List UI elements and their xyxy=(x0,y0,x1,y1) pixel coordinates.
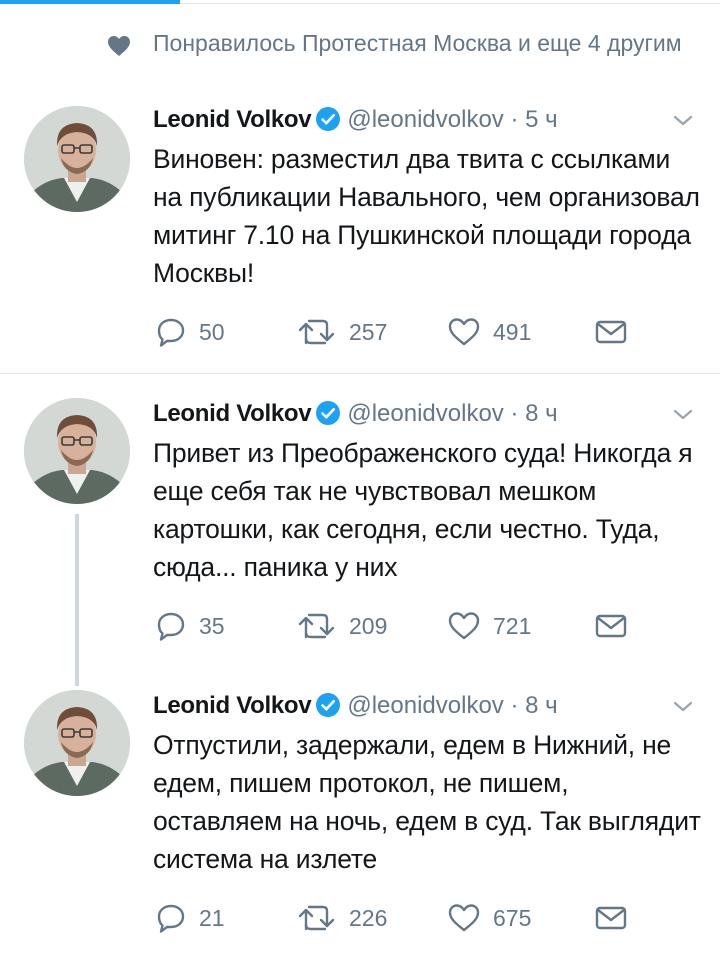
like-count: 721 xyxy=(493,612,532,639)
retweet-icon xyxy=(298,905,335,931)
retweet-count: 226 xyxy=(349,904,388,931)
reply-icon xyxy=(157,612,185,641)
tweet-timestamp[interactable]: 8 ч xyxy=(525,692,558,719)
avatar[interactable] xyxy=(24,398,130,504)
like-count: 675 xyxy=(493,904,532,931)
tweet-actions: 50 257 491 xyxy=(0,312,720,352)
top-progress-bar xyxy=(0,0,180,4)
social-context: Понравилось Протестная Москва и еще 4 др… xyxy=(0,22,720,92)
like-button[interactable]: 675 xyxy=(447,898,531,938)
author-name[interactable]: Leonid Volkov xyxy=(153,106,312,133)
reply-icon xyxy=(157,318,185,347)
tweet-divider xyxy=(0,373,720,374)
like-count: 491 xyxy=(493,318,532,345)
like-heart-icon xyxy=(448,904,480,932)
like-heart-icon xyxy=(448,612,480,640)
reply-count: 35 xyxy=(199,612,225,639)
meta-separator: · xyxy=(510,106,519,133)
envelope-icon xyxy=(595,614,627,638)
chevron-down-icon[interactable] xyxy=(670,108,696,132)
meta-separator: · xyxy=(510,692,519,719)
author-name[interactable]: Leonid Volkov xyxy=(153,692,312,719)
author-handle[interactable]: @leonidvolkov xyxy=(347,400,503,427)
tweet-actions: 35 209 721 xyxy=(0,606,720,646)
like-heart-icon xyxy=(448,318,480,346)
retweet-count: 257 xyxy=(349,318,388,345)
direct-message-button[interactable] xyxy=(594,898,628,938)
reply-icon xyxy=(157,904,185,933)
tweet-text: Привет из Преображенского суда! Никогда … xyxy=(153,438,693,582)
reply-count: 21 xyxy=(199,904,225,931)
tweet[interactable]: Leonid Volkov @leonidvolkov · 8 ч Отпусти… xyxy=(0,686,720,956)
retweet-icon xyxy=(298,319,335,345)
social-context-text: Понравилось Протестная Москва и еще 4 др… xyxy=(153,30,682,56)
chevron-down-icon[interactable] xyxy=(670,402,696,426)
meta-separator: · xyxy=(510,400,519,427)
direct-message-button[interactable] xyxy=(594,606,628,646)
reply-button[interactable]: 21 xyxy=(155,898,225,938)
retweet-count: 209 xyxy=(349,612,388,639)
like-button[interactable]: 491 xyxy=(447,312,531,352)
author-handle[interactable]: @leonidvolkov xyxy=(347,106,503,133)
tweet-actions: 21 226 675 xyxy=(0,898,720,938)
verified-badge-icon xyxy=(316,401,341,425)
author-handle[interactable]: @leonidvolkov xyxy=(347,692,503,719)
like-button[interactable]: 721 xyxy=(447,606,531,646)
tweet-text: Виновен: разместил два твита с ссылками … xyxy=(153,144,700,288)
envelope-icon xyxy=(595,320,627,344)
author-name[interactable]: Leonid Volkov xyxy=(153,400,312,427)
verified-badge-icon xyxy=(316,693,341,717)
reply-count: 50 xyxy=(199,318,225,345)
retweet-icon xyxy=(298,613,335,639)
avatar[interactable] xyxy=(24,106,130,212)
retweet-button[interactable]: 257 xyxy=(297,312,387,352)
retweet-button[interactable]: 226 xyxy=(297,898,387,938)
reply-button[interactable]: 35 xyxy=(155,606,225,646)
avatar[interactable] xyxy=(24,690,130,796)
tweet-timestamp[interactable]: 8 ч xyxy=(525,400,558,427)
reply-button[interactable]: 50 xyxy=(155,312,225,352)
tweet-text: Отпустили, задержали, едем в Нижний, не … xyxy=(153,730,701,874)
tweet[interactable]: Leonid Volkov @leonidvolkov · 8 ч Привет … xyxy=(0,394,720,666)
heart-icon xyxy=(108,36,130,56)
direct-message-button[interactable] xyxy=(594,312,628,352)
top-divider xyxy=(180,3,720,4)
envelope-icon xyxy=(595,906,627,930)
retweet-button[interactable]: 209 xyxy=(297,606,387,646)
tweet[interactable]: Leonid Volkov @leonidvolkov · 5 ч Виновен… xyxy=(0,100,720,372)
tweet-timestamp[interactable]: 5 ч xyxy=(525,106,558,133)
chevron-down-icon[interactable] xyxy=(670,694,696,718)
verified-badge-icon xyxy=(316,107,341,131)
